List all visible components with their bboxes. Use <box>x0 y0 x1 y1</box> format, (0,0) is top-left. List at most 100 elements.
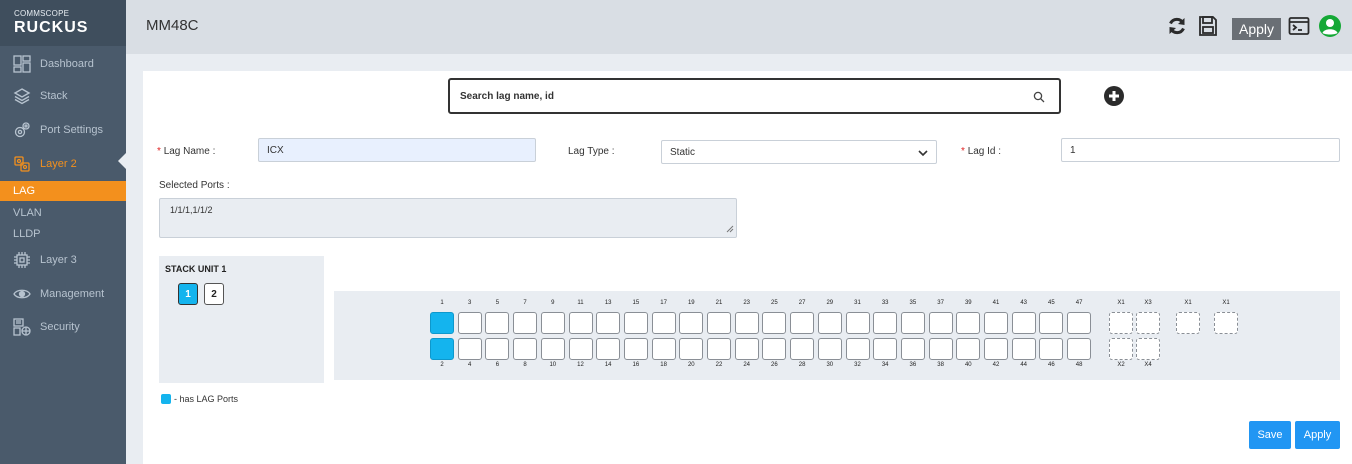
chip-icon <box>13 251 31 269</box>
port-22[interactable] <box>707 338 731 360</box>
port-26[interactable] <box>762 338 787 360</box>
port-4[interactable] <box>457 338 482 360</box>
uplink-port-x1[interactable] <box>1109 312 1133 334</box>
port-9[interactable] <box>540 312 565 334</box>
port-label: 17 <box>660 300 667 306</box>
stack-unit-1-button[interactable]: 1 <box>178 283 198 305</box>
sidebar: COMMSCOPE RUCKUS Dashboard Stack Port Se… <box>0 0 126 464</box>
sidebar-item-port-settings[interactable]: Port Settings <box>0 116 126 144</box>
selected-ports-value: 1/1/1,1/1/2 <box>170 205 213 215</box>
resize-handle-icon[interactable] <box>726 225 734 235</box>
port-24[interactable] <box>734 338 759 360</box>
port-46[interactable] <box>1039 338 1064 360</box>
port-label: 33 <box>881 300 889 306</box>
uplink-port-x1[interactable] <box>1176 312 1200 334</box>
sidebar-item-management[interactable]: Management <box>0 280 126 308</box>
uplink-port-x4[interactable] <box>1136 338 1160 360</box>
sidebar-item-dashboard[interactable]: Dashboard <box>0 50 126 78</box>
port-28[interactable] <box>790 338 815 360</box>
port-44[interactable] <box>1011 338 1036 360</box>
port-label: 23 <box>743 300 751 306</box>
uplink-label: X1 <box>1117 300 1125 306</box>
user-icon[interactable] <box>1318 14 1342 43</box>
port-10[interactable] <box>540 338 565 360</box>
port-29[interactable] <box>817 312 842 334</box>
port-41[interactable] <box>984 312 1008 334</box>
port-33[interactable] <box>873 312 898 334</box>
lag-type-select[interactable]: Static <box>661 140 937 164</box>
port-label: 44 <box>1020 362 1028 368</box>
port-15[interactable] <box>623 312 648 334</box>
sidebar-item-stack[interactable]: Stack <box>0 82 126 110</box>
port-7[interactable] <box>513 312 538 334</box>
selected-ports-textarea[interactable]: 1/1/1,1/1/2 <box>159 198 737 238</box>
port-45[interactable] <box>1039 312 1064 334</box>
port-21[interactable] <box>707 312 731 334</box>
lag-id-input[interactable]: 1 <box>1061 138 1340 162</box>
port-19[interactable] <box>679 312 704 334</box>
search-input[interactable]: Search lag name, id <box>460 91 554 102</box>
port-37[interactable] <box>928 312 953 334</box>
sidebar-item-security[interactable]: Security <box>0 313 126 341</box>
port-13[interactable] <box>596 312 621 334</box>
sidebar-item-label: Management <box>40 288 105 300</box>
port-1[interactable] <box>430 312 454 334</box>
port-43[interactable] <box>1011 312 1036 334</box>
port-11[interactable] <box>568 312 593 334</box>
port-label: 5 <box>495 300 500 306</box>
port-36[interactable] <box>900 338 925 360</box>
search-icon[interactable] <box>1033 90 1045 108</box>
port-30[interactable] <box>817 338 842 360</box>
uplink-label: X2 <box>1117 362 1125 368</box>
port-18[interactable] <box>651 338 676 360</box>
sidebar-subitem-vlan[interactable]: VLAN <box>0 203 126 223</box>
lag-name-input[interactable]: ICX <box>258 138 536 162</box>
port-12[interactable] <box>568 338 593 360</box>
port-40[interactable] <box>956 338 981 360</box>
port-47[interactable] <box>1067 312 1092 334</box>
sidebar-subitem-lldp[interactable]: LLDP <box>0 224 126 244</box>
port-38[interactable] <box>928 338 953 360</box>
uplink-port-x1[interactable] <box>1214 312 1238 334</box>
port-2[interactable] <box>430 338 454 360</box>
port-label: 16 <box>632 362 640 368</box>
port-27[interactable] <box>790 312 815 334</box>
port-34[interactable] <box>873 338 898 360</box>
terminal-icon[interactable] <box>1288 15 1310 42</box>
port-label: 8 <box>523 362 527 368</box>
port-48[interactable] <box>1067 338 1092 360</box>
sidebar-item-layer-3[interactable]: Layer 3 <box>0 246 126 274</box>
port-label: 2 <box>440 362 444 368</box>
sidebar-subitem-label: VLAN <box>13 207 42 219</box>
add-lag-icon[interactable] <box>1103 85 1125 112</box>
port-42[interactable] <box>984 338 1008 360</box>
stack-unit-2-button[interactable]: 2 <box>204 283 224 305</box>
port-39[interactable] <box>956 312 981 334</box>
port-label: 19 <box>687 300 695 306</box>
port-3[interactable] <box>457 312 482 334</box>
header-apply-button[interactable]: Apply <box>1232 18 1282 40</box>
refresh-icon[interactable] <box>1166 15 1188 42</box>
port-23[interactable] <box>734 312 759 334</box>
port-14[interactable] <box>596 338 621 360</box>
port-16[interactable] <box>623 338 648 360</box>
save-icon[interactable] <box>1198 15 1218 42</box>
search-box[interactable]: Search lag name, id <box>448 78 1061 114</box>
save-button[interactable]: Save <box>1249 421 1291 449</box>
port-6[interactable] <box>485 338 510 360</box>
port-32[interactable] <box>845 338 870 360</box>
sidebar-subitem-lag[interactable]: LAG <box>0 181 126 201</box>
uplink-port-x3[interactable] <box>1136 312 1160 334</box>
port-31[interactable] <box>845 312 870 334</box>
port-8[interactable] <box>513 338 538 360</box>
sidebar-item-layer-2[interactable]: Layer 2 <box>0 150 126 178</box>
sidebar-subitem-label: LAG <box>13 185 36 197</box>
uplink-port-x2[interactable] <box>1109 338 1133 360</box>
port-25[interactable] <box>762 312 787 334</box>
port-20[interactable] <box>679 338 704 360</box>
apply-button[interactable]: Apply <box>1295 421 1340 449</box>
port-35[interactable] <box>900 312 925 334</box>
port-17[interactable] <box>651 312 676 334</box>
port-5[interactable] <box>485 312 510 334</box>
port-label: 21 <box>715 300 723 306</box>
